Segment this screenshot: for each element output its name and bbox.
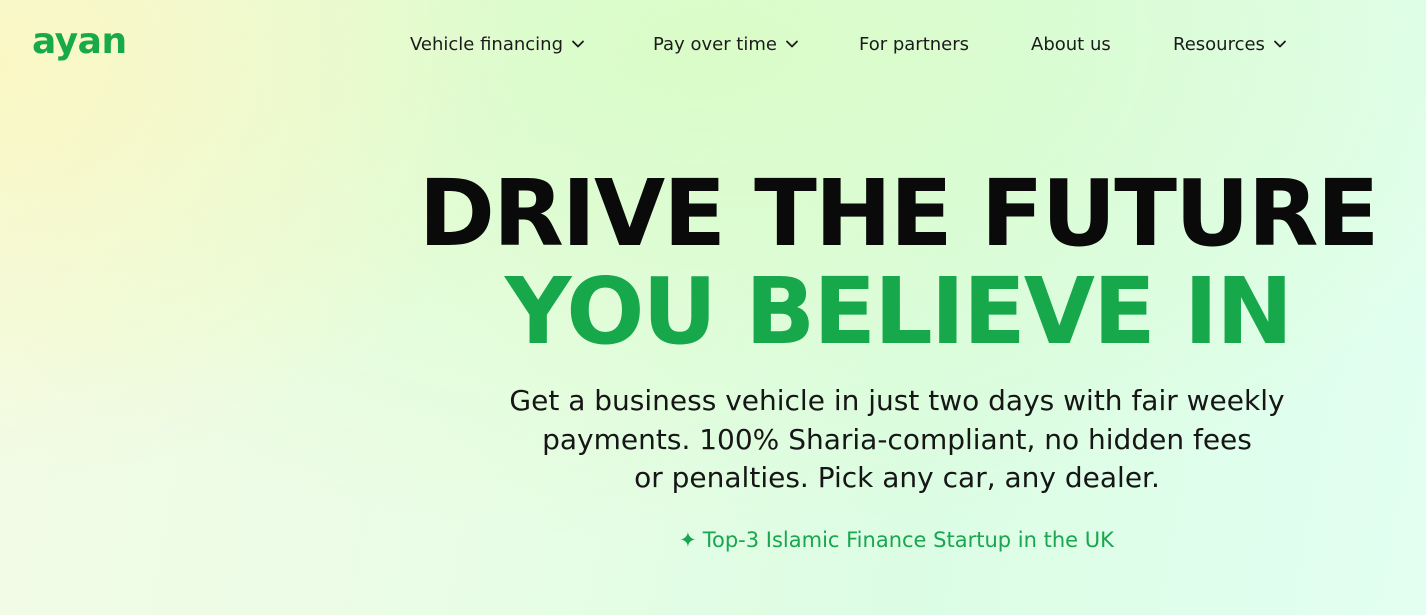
chevron-down-icon (571, 37, 585, 51)
nav-item-pay-over-time[interactable]: Pay over time (653, 30, 799, 58)
nav-item-about-us[interactable]: About us (1031, 30, 1111, 58)
nav-item-label: For partners (859, 33, 970, 55)
hero-subtitle-line-1: Get a business vehicle in just two days … (509, 384, 1285, 417)
chevron-down-icon (1273, 37, 1287, 51)
nav-item-label: Pay over time (653, 33, 777, 55)
award-badge-text: Top-3 Islamic Finance Startup in the UK (702, 528, 1114, 552)
hero-subtitle-line-2: payments. 100% Sharia-compliant, no hidd… (542, 422, 1252, 456)
nav-item-label: About us (1031, 33, 1111, 55)
award-badge: ✦ Top-3 Islamic Finance Startup in the UK (0, 526, 1426, 554)
hero-subtitle: Get a business vehicle in just two days … (455, 382, 1339, 498)
nav-item-label: Resources (1173, 33, 1265, 55)
nav-item-resources[interactable]: Resources (1173, 30, 1287, 58)
hero-title-line-1: DRIVE THE FUTURE (418, 160, 1380, 267)
hero-subtitle-line-3: or penalties. Pick any car, any dealer. (634, 461, 1160, 494)
sparkle-icon: ✦ (679, 528, 697, 552)
nav-item-for-partners[interactable]: For partners (859, 30, 969, 58)
main-nav: Vehicle financing Pay over time For part… (0, 30, 1426, 58)
hero-title-line-2: YOU BELIEVE IN (504, 258, 1293, 365)
chevron-down-icon (785, 37, 799, 51)
nav-item-vehicle-financing[interactable]: Vehicle financing (410, 30, 585, 58)
nav-item-label: Vehicle financing (410, 33, 564, 55)
